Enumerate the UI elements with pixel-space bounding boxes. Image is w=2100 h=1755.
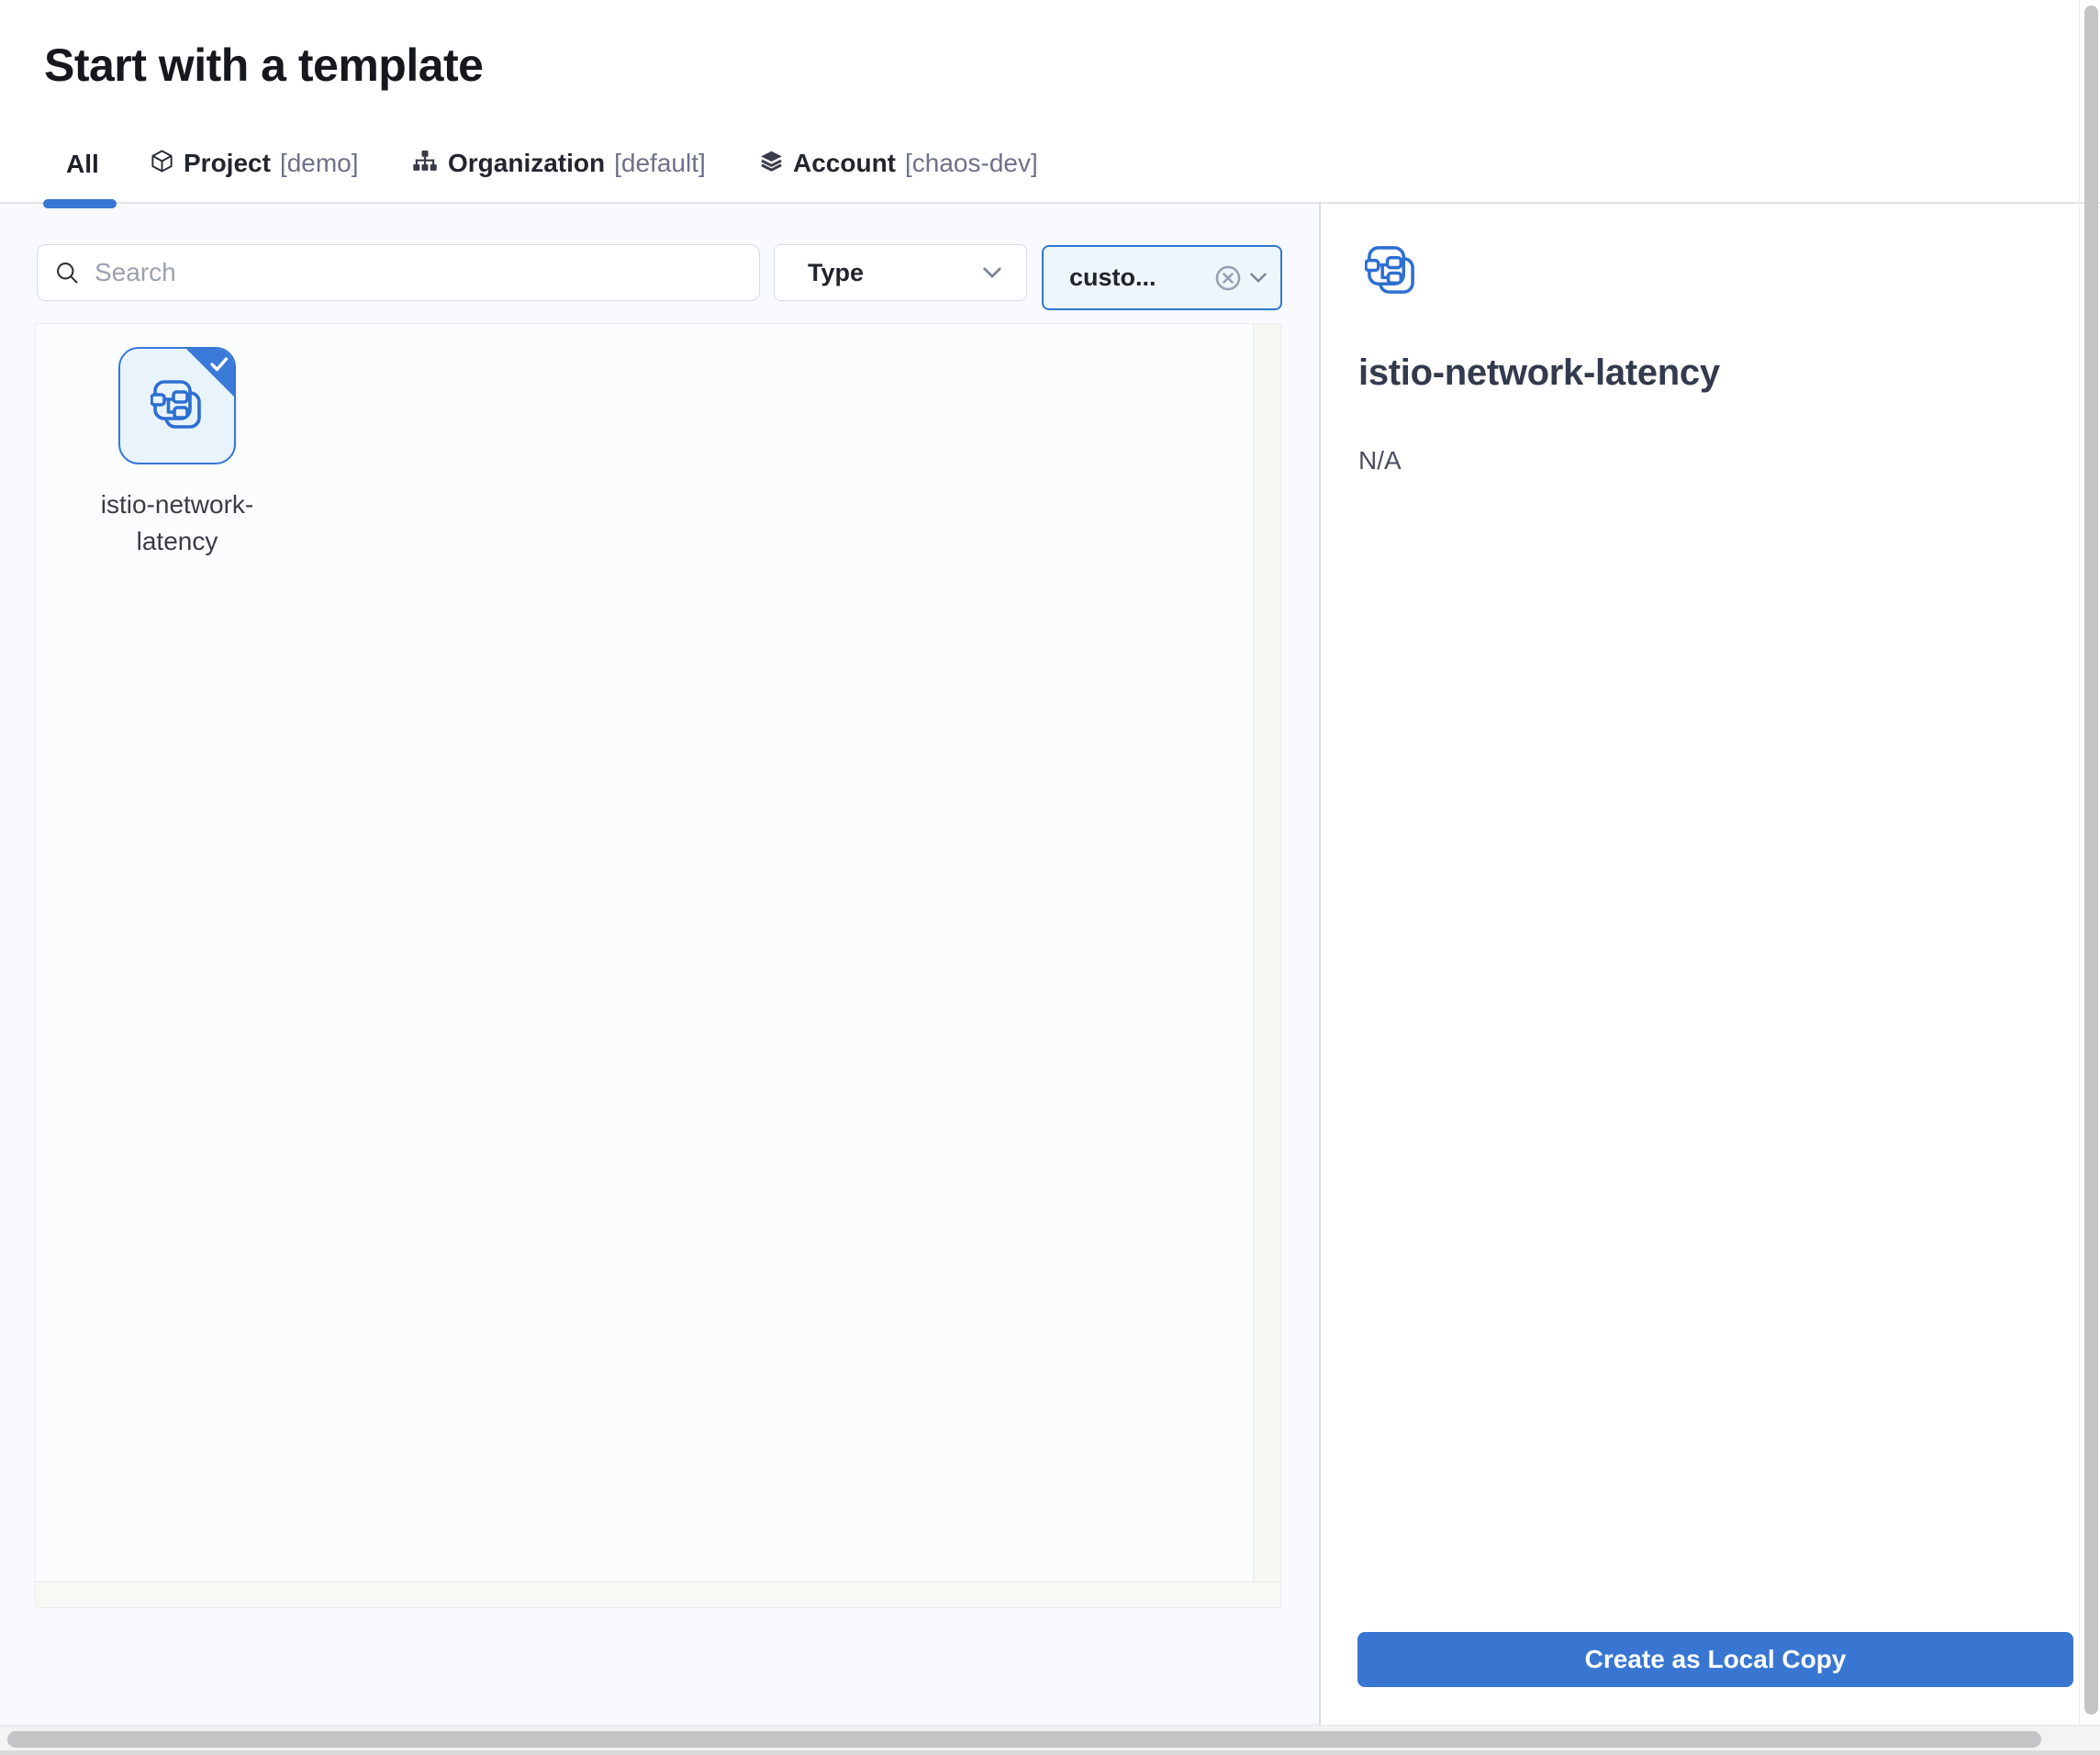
templates-grid: istio-network-latency [35, 323, 1281, 1608]
category-filter-chip[interactable]: custo... [1042, 245, 1282, 310]
horizontal-scrollbar-thumb[interactable] [7, 1731, 2041, 1748]
layers-icon [759, 149, 784, 178]
template-details-panel [1321, 204, 2079, 1725]
check-icon [210, 355, 229, 373]
tab-account[interactable]: Account [chaos-dev] [759, 147, 1038, 180]
tab-organization[interactable]: Organization [default] [411, 147, 706, 180]
template-icon [151, 379, 204, 432]
tab-project[interactable]: Project [demo] [150, 147, 359, 180]
org-chart-icon [411, 149, 439, 178]
start-with-template-dialog: Start with a template All Project [demo]… [0, 0, 2100, 1755]
page-title: Start with a template [44, 39, 484, 92]
category-filter-value: custo... [1069, 263, 1156, 292]
tab-organization-scope: [default] [614, 149, 706, 178]
chevron-down-icon [982, 266, 1002, 279]
clear-filter-icon[interactable] [1212, 263, 1244, 294]
chevron-down-icon [1249, 272, 1268, 284]
tab-project-label: Project [184, 149, 271, 178]
type-filter-label: Type [808, 259, 864, 287]
template-name: istio-network-latency [84, 486, 271, 560]
scrollbar-track-border [2079, 0, 2080, 1725]
create-as-local-copy-button[interactable]: Create as Local Copy [1357, 1632, 2073, 1687]
active-tab-underline [43, 199, 117, 208]
search-box [37, 244, 760, 301]
search-input[interactable] [95, 258, 728, 287]
template-tile-istio-network-latency[interactable]: istio-network-latency [84, 347, 271, 560]
tab-organization-label: Organization [448, 149, 605, 178]
details-title: istio-network-latency [1358, 352, 1720, 394]
window-bottom-edge [0, 1750, 2100, 1755]
tab-all[interactable]: All [66, 150, 99, 179]
tab-account-label: Account [793, 149, 896, 178]
template-icon [1365, 245, 1417, 302]
templates-grid-vertical-scrollbar[interactable] [1253, 324, 1280, 1582]
tab-account-scope: [chaos-dev] [905, 149, 1038, 178]
template-card [118, 347, 236, 464]
details-description: N/A [1358, 446, 1402, 475]
search-icon [54, 260, 80, 285]
templates-grid-horizontal-scrollbar[interactable] [36, 1582, 1280, 1607]
vertical-scrollbar-thumb[interactable] [2084, 6, 2098, 1715]
type-filter-dropdown[interactable]: Type [774, 244, 1027, 301]
cube-icon [150, 149, 174, 178]
tab-project-scope: [demo] [280, 149, 359, 178]
